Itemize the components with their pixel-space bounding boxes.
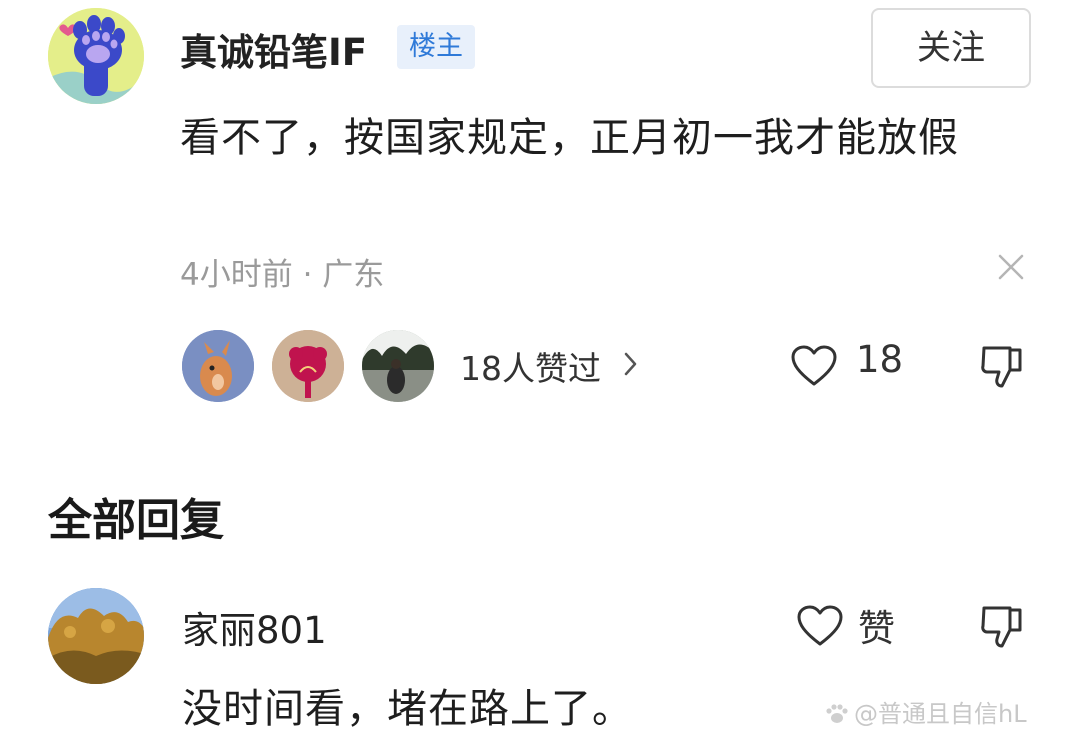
close-icon[interactable] bbox=[996, 252, 1026, 282]
replies-heading: 全部回复 bbox=[48, 495, 224, 546]
paw-watermark-icon bbox=[824, 702, 850, 726]
author-name[interactable]: 真诚铅笔IF bbox=[180, 22, 367, 76]
reply-like-label[interactable]: 赞 bbox=[858, 598, 895, 652]
likers-summary[interactable]: 18人赞过 bbox=[460, 342, 601, 390]
reply-author-avatar[interactable] bbox=[48, 588, 144, 684]
liker-avatar[interactable] bbox=[362, 330, 434, 402]
reply-author-name[interactable]: 家丽801 bbox=[182, 600, 327, 654]
post-body: 看不了，按国家规定，正月初一我才能放假 bbox=[180, 115, 959, 161]
thumbs-down-icon[interactable] bbox=[978, 344, 1026, 390]
heart-icon[interactable] bbox=[796, 604, 844, 648]
liker-avatar[interactable] bbox=[182, 330, 254, 402]
liker-avatar[interactable] bbox=[272, 330, 344, 402]
paw-print-avatar bbox=[48, 8, 144, 104]
watermark: @普通且自信hL bbox=[824, 694, 1027, 729]
chevron-right-icon[interactable] bbox=[622, 350, 640, 378]
reply-body: 没时间看，堵在路上了。 bbox=[182, 686, 633, 732]
thumbs-down-icon[interactable] bbox=[978, 604, 1026, 650]
op-badge: 楼主 bbox=[397, 25, 475, 69]
like-count: 18 bbox=[856, 338, 904, 381]
heart-icon[interactable] bbox=[790, 344, 838, 388]
author-avatar[interactable] bbox=[48, 8, 144, 104]
follow-button[interactable]: 关注 bbox=[871, 8, 1031, 88]
watermark-text: @普通且自信hL bbox=[854, 700, 1027, 728]
post-meta: 4小时前 · 广东 bbox=[180, 257, 385, 293]
